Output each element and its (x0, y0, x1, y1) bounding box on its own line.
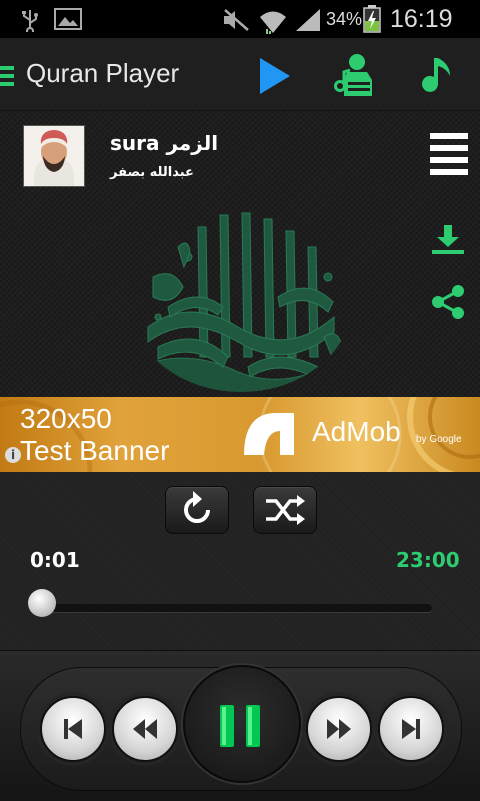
repeat-button[interactable] (165, 486, 229, 534)
total-duration: 23:00 (396, 548, 460, 572)
music-note-icon (422, 58, 450, 92)
skip-next-button[interactable] (378, 696, 444, 762)
usb-icon (22, 10, 38, 32)
status-clock: 16:19 (390, 5, 453, 33)
pause-icon (220, 705, 260, 747)
reciter-icon (334, 54, 372, 96)
rewind-button[interactable] (112, 696, 178, 762)
admob-logo-icon (244, 413, 294, 455)
status-bar: 34% 16:19 (0, 0, 480, 38)
rewind-icon (133, 719, 157, 739)
music-button[interactable] (416, 52, 464, 100)
battery-percent: 34% (326, 9, 363, 29)
gallery-icon (54, 8, 82, 30)
playback-panel: 0:01 23:00 (0, 472, 480, 650)
pause-button[interactable] (212, 701, 268, 753)
fast-forward-button[interactable] (306, 696, 372, 762)
ad-by-google: by Google (416, 434, 462, 445)
ad-brand: AdMob (312, 416, 401, 447)
seek-bar-thumb[interactable] (28, 589, 56, 617)
sura-name: الزمر (166, 131, 219, 155)
play-icon (260, 58, 290, 94)
playlist-icon[interactable] (430, 133, 468, 177)
reciter-name: عبدالله بصفر (110, 165, 194, 180)
play-button[interactable] (250, 52, 298, 100)
seek-bar-track[interactable] (44, 604, 432, 612)
mute-icon (224, 9, 249, 31)
share-icon[interactable] (430, 284, 466, 320)
shuffle-icon (266, 495, 305, 525)
sura-prefix: sura (110, 131, 160, 155)
skip-previous-icon (64, 719, 82, 739)
elapsed-time: 0:01 (30, 548, 80, 572)
ad-banner[interactable]: 320x50 Test Banner AdMob by Google i (0, 397, 480, 472)
bismillah-calligraphy (137, 212, 345, 392)
skip-previous-button[interactable] (40, 696, 106, 762)
reciter-photo (24, 126, 84, 186)
ad-info-icon[interactable]: i (5, 447, 21, 463)
fast-forward-icon (327, 719, 351, 739)
wifi-icon (260, 11, 286, 34)
sura-title: sura الزمر (110, 131, 218, 155)
menu-icon[interactable] (0, 64, 16, 88)
ad-line-2: Test Banner (20, 435, 170, 466)
action-bar: Quran Player (0, 38, 480, 111)
skip-next-icon (402, 719, 420, 739)
reciter-avatar (23, 125, 85, 187)
reciters-button[interactable] (330, 52, 378, 100)
repeat-icon (184, 491, 210, 523)
now-playing-panel: sura الزمر عبدالله بصفر (0, 111, 480, 397)
signal-icon (296, 9, 320, 31)
shuffle-button[interactable] (253, 486, 317, 534)
transport-controls (0, 650, 480, 801)
battery-charging-icon (363, 5, 381, 33)
app-title[interactable]: Quran Player (26, 58, 179, 89)
ad-line-1: 320x50 (20, 403, 112, 434)
download-icon[interactable] (430, 223, 466, 255)
